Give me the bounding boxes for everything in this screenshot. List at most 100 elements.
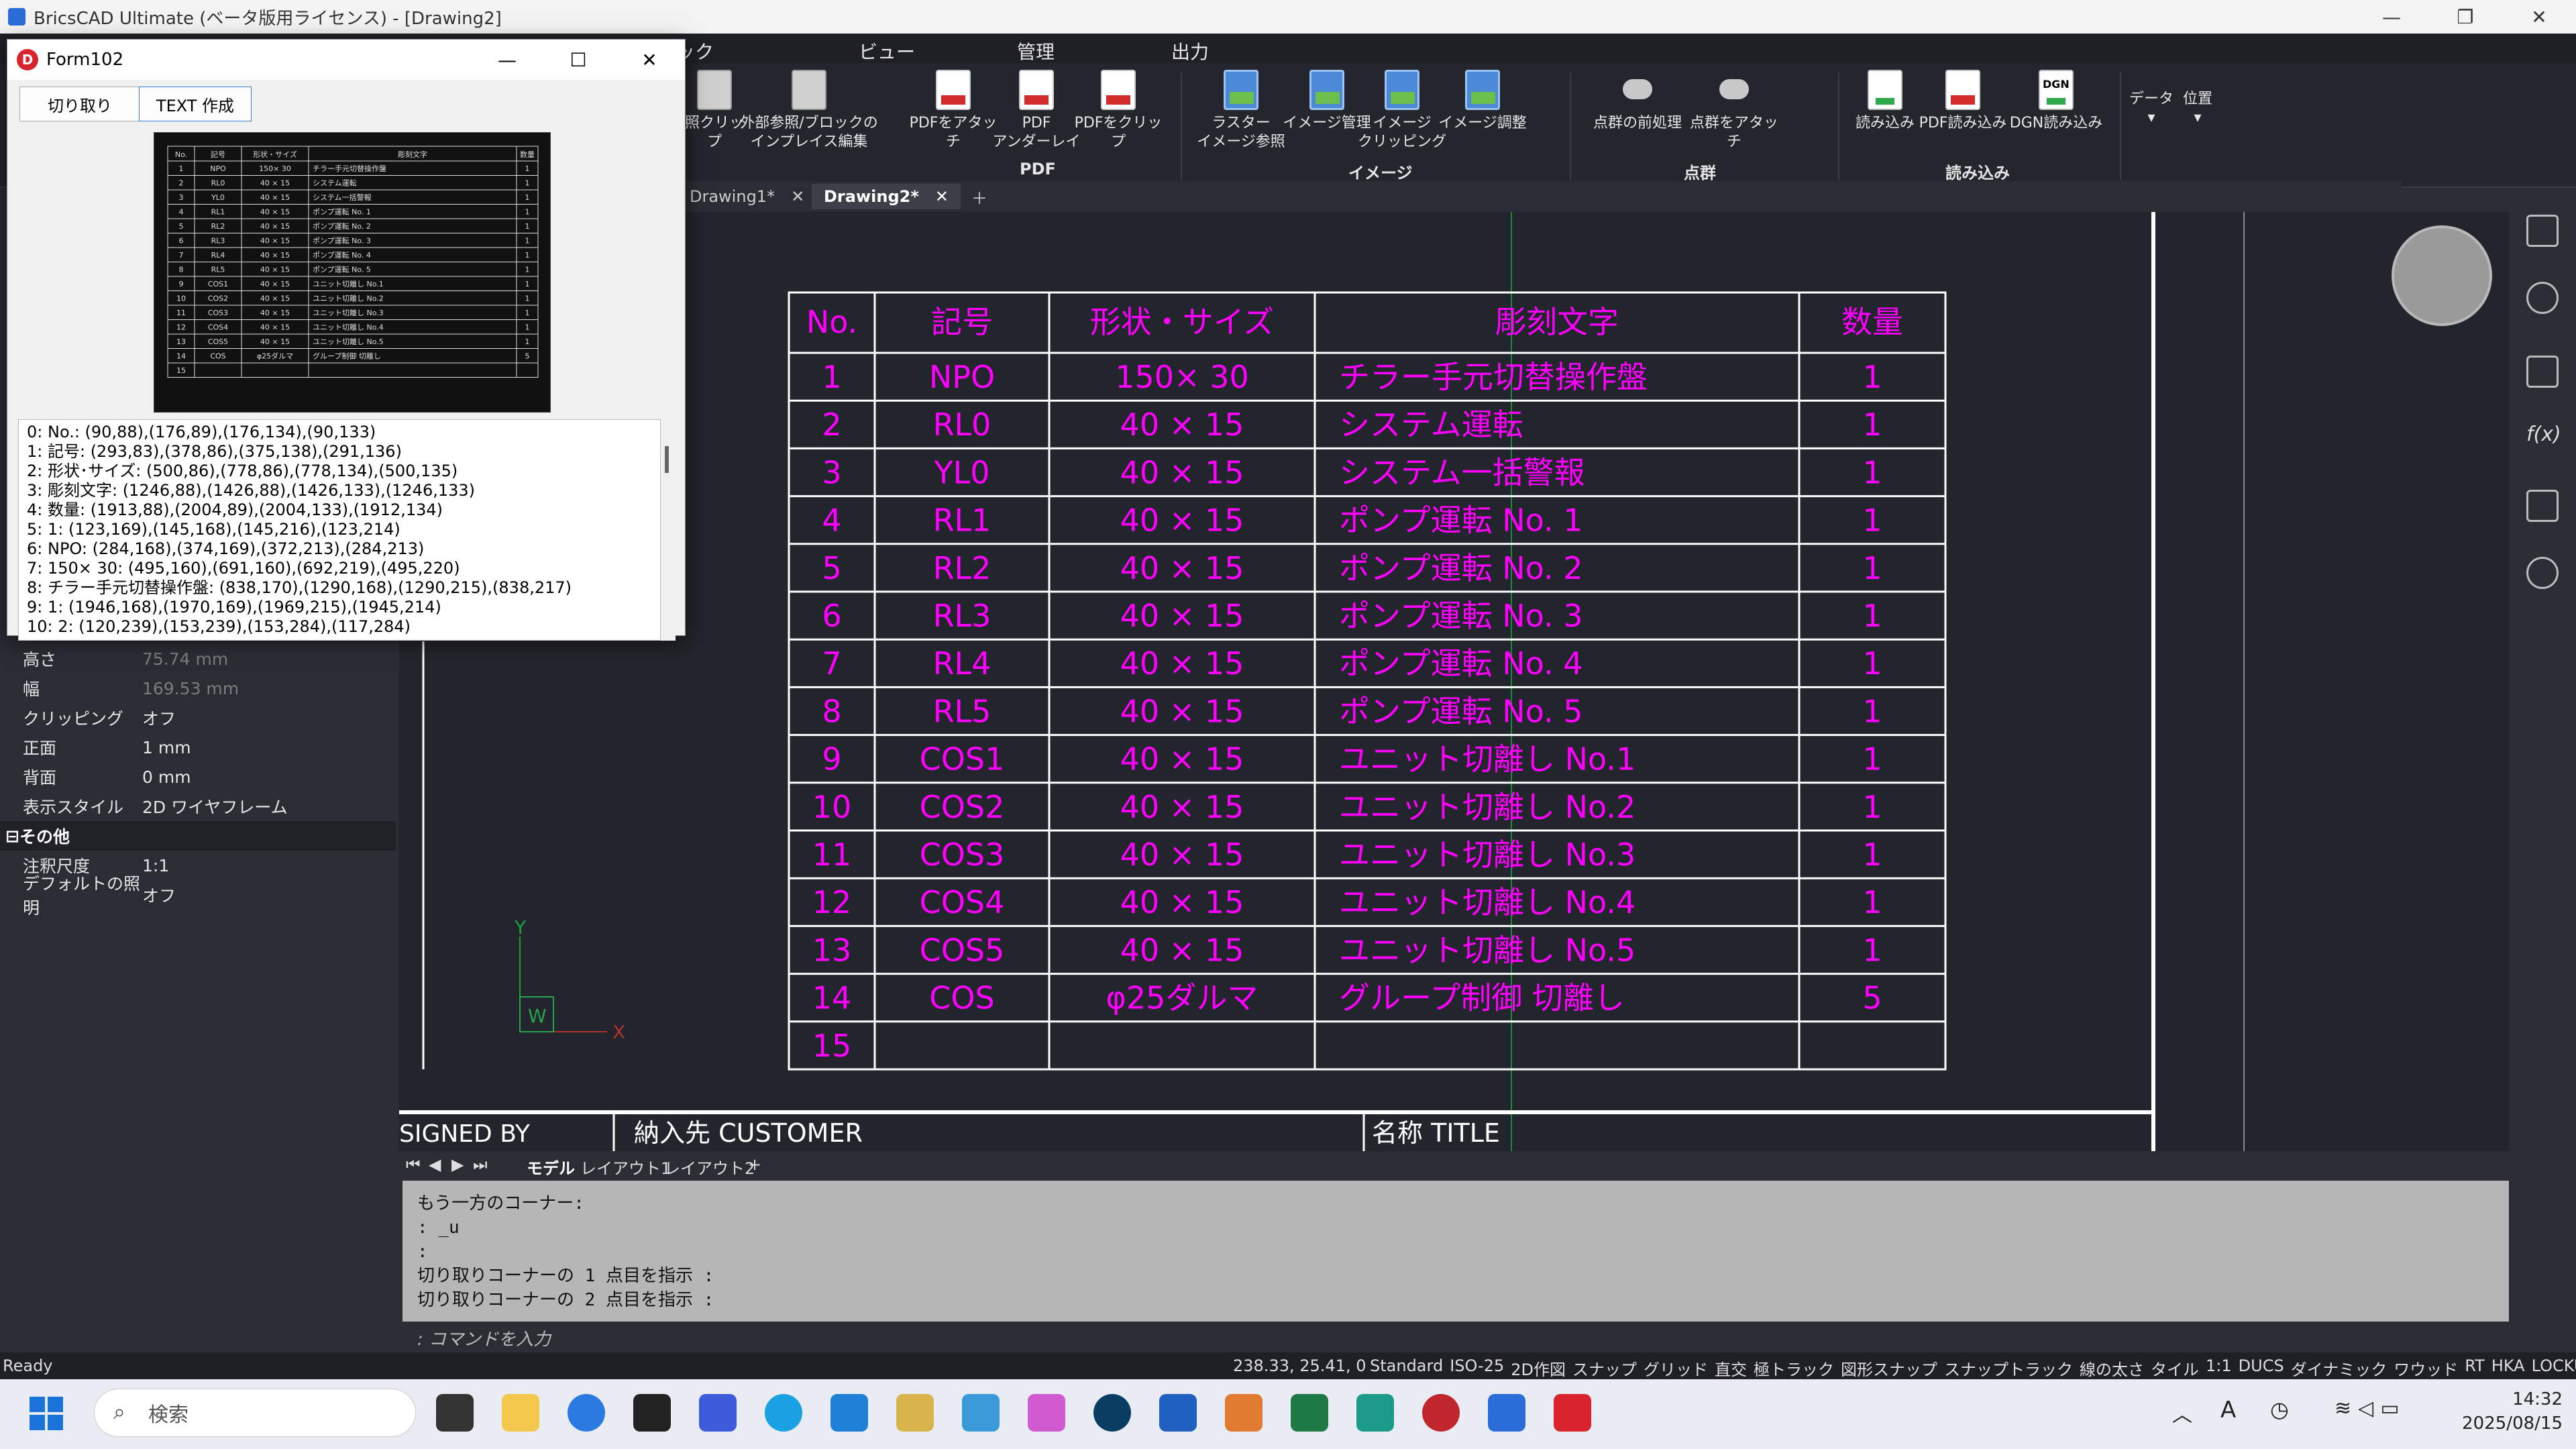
pointcloud-preprocess-button[interactable]: 点群の前処理 <box>1587 70 1688 133</box>
close-icon[interactable]: ✕ <box>935 187 949 206</box>
data-button[interactable]: データ ▾ <box>2128 90 2175 127</box>
maximize-icon[interactable]: ☐ <box>543 40 614 80</box>
list-item[interactable]: 9: 1: (1946,168),(1970,169),(1969,215),(… <box>27 598 652 617</box>
app-icon[interactable] <box>1093 1394 1131 1432</box>
status-toggle[interactable]: ワウッド <box>2394 1356 2458 1380</box>
tab-drawing2[interactable]: Drawing2* ✕ <box>812 184 961 209</box>
list-item[interactable]: 6: NPO: (284,168),(374,169),(372,213),(2… <box>27 539 652 559</box>
status-toggle[interactable]: タイル <box>2151 1356 2199 1380</box>
add-layout-button[interactable]: + <box>748 1155 761 1174</box>
status-toggle[interactable]: Standard <box>1370 1356 1443 1380</box>
tab-output[interactable]: 出力 <box>1171 38 1209 64</box>
app-icon[interactable] <box>1356 1394 1394 1432</box>
next-tab-icon[interactable]: ▶ <box>451 1155 464 1174</box>
list-item[interactable]: 0: No.: (90,88),(176,89),(176,134),(90,1… <box>27 423 652 442</box>
network-volume-battery-icon[interactable]: ≋◁▭ <box>2334 1397 2406 1420</box>
file-explorer-icon[interactable] <box>502 1394 539 1432</box>
list-item[interactable]: 7: 150× 30: (495,160),(691,160),(692,219… <box>27 559 652 578</box>
minimize-icon[interactable]: — <box>2355 0 2428 34</box>
prop-width[interactable]: 幅 169.53 mm <box>0 674 396 703</box>
status-toggle[interactable]: RT <box>2465 1356 2485 1380</box>
start-button[interactable] <box>30 1397 63 1430</box>
navigation-wheel[interactable] <box>2392 225 2492 326</box>
clock-tray-icon[interactable]: ◷ <box>2270 1397 2289 1422</box>
copilot-icon[interactable] <box>1028 1394 1065 1432</box>
close-icon[interactable]: ✕ <box>2502 0 2576 34</box>
app-icon[interactable] <box>1422 1394 1460 1432</box>
xref-clip-button[interactable]: 照クリップ <box>684 70 745 152</box>
pdf-attach-button[interactable]: PDFをアタッチ <box>903 70 1004 152</box>
ocr-result-list[interactable]: 0: No.: (90,88),(176,89),(176,134),(90,1… <box>18 419 661 641</box>
status-toggle[interactable]: 1:1 <box>2206 1356 2232 1380</box>
import-button[interactable]: 読み込み <box>1851 70 1919 133</box>
tab-manage[interactable]: 管理 <box>1017 38 1055 64</box>
status-toggle[interactable]: LOCKUI <box>2532 1356 2576 1380</box>
status-toggle[interactable]: グリッド <box>1644 1356 1708 1380</box>
status-toggle[interactable]: ダイナミック <box>2291 1356 2387 1380</box>
minimize-icon[interactable]: — <box>472 40 543 80</box>
edge-icon[interactable] <box>765 1394 802 1432</box>
pointcloud-attach-button[interactable]: 点群をアタッチ <box>1684 70 1784 152</box>
dgn-import-button[interactable]: DGN DGN読み込み <box>2006 70 2106 133</box>
ime-icon[interactable]: A <box>2220 1397 2236 1424</box>
image-clip-button[interactable]: イメージ クリッピング <box>1358 70 1446 152</box>
tab-layout2[interactable]: レイアウト2 <box>664 1155 755 1179</box>
pdf-import-button[interactable]: PDF読み込み <box>1916 70 2010 133</box>
drawing-canvas[interactable]: SIGNED BY 納入先 CUSTOMER 名称 TITLE Y X W No… <box>399 212 2509 1151</box>
function-icon[interactable]: f(x) <box>2526 423 2561 455</box>
prop-clipping[interactable]: クリッピング オフ <box>0 703 396 733</box>
list-item[interactable]: 2: 形状･サイズ: (500,86),(778,86),(778,134),(… <box>27 462 652 481</box>
text-create-button[interactable]: TEXT 作成 <box>139 87 252 121</box>
layers-icon[interactable] <box>2526 215 2559 247</box>
prop-height[interactable]: 高さ 75.74 mm <box>0 644 396 674</box>
notepad-icon[interactable] <box>699 1394 737 1432</box>
list-item[interactable]: 5: 1: (123,169),(145,168),(145,216),(123… <box>27 520 652 539</box>
command-input[interactable]: : コマンドを入力 <box>402 1322 2509 1352</box>
raster-image-button[interactable]: ラスター イメージ参照 <box>1194 70 1288 152</box>
pdf-clip-button[interactable]: PDFをクリップ <box>1068 70 1169 152</box>
status-toggle[interactable]: スナップ <box>1572 1356 1637 1380</box>
terminal-icon[interactable] <box>633 1394 671 1432</box>
app-icon[interactable] <box>896 1394 934 1432</box>
list-item[interactable]: 8: チラー手元切替操作盤: (838,170),(1290,168),(129… <box>27 578 652 598</box>
close-icon[interactable]: ✕ <box>614 40 685 80</box>
prop-back[interactable]: 背面 0 mm <box>0 762 396 792</box>
xref-edit-button[interactable]: 外部参照/ブロックの インプレイス編集 <box>740 70 878 152</box>
prop-visual-style[interactable]: 表示スタイル 2D ワイヤフレーム <box>0 792 396 821</box>
status-toggle[interactable]: 図形スナップ <box>1841 1356 1937 1380</box>
status-toggle[interactable]: 極トラック <box>1754 1356 1834 1380</box>
structure-tree-icon[interactable] <box>2526 490 2559 522</box>
status-toggle[interactable]: DUCS <box>2239 1356 2284 1380</box>
prop-section-other[interactable]: ⊟ その他 <box>0 821 396 851</box>
list-item[interactable]: 4: 数量: (1913,88),(2004,89),(2004,133),(1… <box>27 500 652 520</box>
list-item[interactable]: 1: 記号: (293,83),(378,86),(375,138),(291,… <box>27 442 652 462</box>
prop-default-lighting[interactable]: デフォルトの照明 オフ <box>0 874 396 918</box>
excel-icon[interactable] <box>1291 1394 1328 1432</box>
taskbar-search[interactable]: ⌕ 検索 <box>94 1389 416 1437</box>
last-tab-icon[interactable]: ⏭ <box>473 1155 488 1174</box>
cloud-upload-icon[interactable] <box>2526 557 2559 589</box>
hatch-icon[interactable] <box>2526 356 2559 388</box>
first-tab-icon[interactable]: ⏮ <box>406 1155 421 1174</box>
status-toggle[interactable]: HKA <box>2491 1356 2525 1380</box>
status-toggle[interactable]: 線の太さ <box>2080 1356 2144 1380</box>
task-view-icon[interactable] <box>436 1394 474 1432</box>
image-adjust-button[interactable]: イメージ調整 <box>1436 70 1529 133</box>
tray-chevron-icon[interactable]: ︿ <box>2172 1398 2192 1428</box>
list-item[interactable]: 10: 2: (120,239),(153,239),(153,284),(11… <box>27 617 652 637</box>
form-app-icon[interactable] <box>1554 1394 1591 1432</box>
status-toggle[interactable]: 直交 <box>1715 1356 1747 1380</box>
tab-layout1[interactable]: レイアウト1 <box>580 1155 671 1179</box>
pdf-underlay-button[interactable]: PDF アンダーレイ <box>992 70 1081 152</box>
location-button[interactable]: 位置 ▾ <box>2178 90 2218 127</box>
snipping-tool-icon[interactable] <box>1225 1394 1263 1432</box>
close-icon[interactable]: ✕ <box>791 187 804 206</box>
taskbar-clock[interactable]: 14:32 2025/08/15 <box>2455 1387 2563 1436</box>
crop-button[interactable]: 切り取り <box>19 87 140 121</box>
prev-tab-icon[interactable]: ◀ <box>429 1155 441 1174</box>
new-tab-button[interactable]: ＋ <box>959 184 1000 209</box>
store-icon[interactable] <box>1159 1394 1197 1432</box>
status-toggle[interactable]: ISO-25 <box>1450 1356 1504 1380</box>
tab-view[interactable]: ビュー <box>859 38 915 64</box>
status-toggle[interactable]: 2D作図 <box>1511 1356 1566 1380</box>
